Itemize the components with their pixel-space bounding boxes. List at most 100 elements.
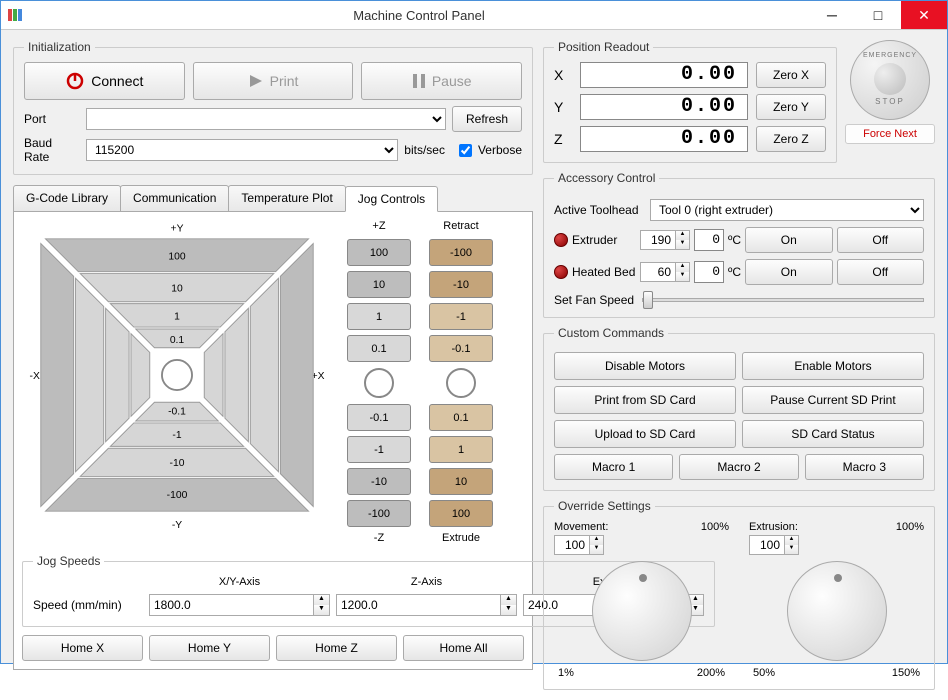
connect-button[interactable]: Connect xyxy=(24,62,185,100)
zero-x-button[interactable]: Zero X xyxy=(756,62,826,88)
jog-x-minus-100[interactable] xyxy=(41,243,74,506)
extruder-temp-input[interactable] xyxy=(640,230,676,250)
jog-x-plus-10[interactable] xyxy=(250,278,278,472)
jog-y-plus-01[interactable] xyxy=(136,329,219,348)
pos-y-display: 0.00 xyxy=(580,94,748,120)
sd-status-button[interactable]: SD Card Status xyxy=(742,420,924,448)
extruder-temp-display: 0 xyxy=(694,229,724,251)
home-y-button[interactable]: Home Y xyxy=(149,635,270,661)
jog-z-plus-10[interactable]: 10 xyxy=(347,271,411,298)
speed-z-input[interactable] xyxy=(336,594,501,616)
position-readout-group: Position Readout X 0.00 Zero X Y 0.00 Ze… xyxy=(543,40,837,163)
bed-temp-input[interactable] xyxy=(640,262,676,282)
jog-z-minus-100[interactable]: -100 xyxy=(347,500,411,527)
pause-button[interactable]: Pause xyxy=(361,62,522,100)
retract-1[interactable]: -1 xyxy=(429,303,493,330)
zero-y-button[interactable]: Zero Y xyxy=(756,94,826,120)
bed-off-button[interactable]: Off xyxy=(837,259,924,285)
extrude-10[interactable]: 10 xyxy=(429,468,493,495)
xy-jog-pad: +Y -Y -X +X 100 -100 xyxy=(22,220,332,530)
extruder-off-button[interactable]: Off xyxy=(837,227,924,253)
jog-y-minus-01[interactable] xyxy=(136,402,219,421)
extruder-on-button[interactable]: On xyxy=(745,227,832,253)
extrusion-override-input[interactable] xyxy=(749,535,785,555)
movement-override-dial[interactable] xyxy=(592,561,692,661)
emergency-stop-button[interactable]: EMERGENCY STOP xyxy=(850,40,930,120)
svg-text:-X: -X xyxy=(30,371,40,382)
jog-z-stop[interactable] xyxy=(364,368,394,398)
bed-on-button[interactable]: On xyxy=(745,259,832,285)
enable-motors-button[interactable]: Enable Motors xyxy=(742,352,924,380)
extruder-jog-column: Retract -100 -10 -1 -0.1 0.1 1 10 100 Ex… xyxy=(426,220,496,546)
tab-gcode-library[interactable]: G-Code Library xyxy=(13,185,121,211)
bed-temp-display: 0 xyxy=(694,261,724,283)
fan-speed-slider[interactable] xyxy=(642,298,924,302)
tab-communication[interactable]: Communication xyxy=(120,185,229,211)
accessory-control-group: Accessory Control Active Toolhead Tool 0… xyxy=(543,171,935,318)
home-x-button[interactable]: Home X xyxy=(22,635,143,661)
tab-temperature-plot[interactable]: Temperature Plot xyxy=(228,185,345,211)
extrude-100[interactable]: 100 xyxy=(429,500,493,527)
jog-x-plus-100[interactable] xyxy=(280,243,313,506)
print-sd-button[interactable]: Print from SD Card xyxy=(554,386,736,414)
tab-jog-controls[interactable]: Jog Controls xyxy=(345,186,438,212)
jog-z-plus-1[interactable]: 1 xyxy=(347,303,411,330)
toolhead-select[interactable]: Tool 0 (right extruder) xyxy=(650,199,924,221)
baud-label: Baud Rate xyxy=(24,136,80,164)
jog-y-plus-1[interactable] xyxy=(110,304,243,327)
jog-y-plus-10[interactable] xyxy=(80,274,274,302)
jog-z-minus-10[interactable]: -10 xyxy=(347,468,411,495)
bed-led-icon xyxy=(554,265,568,279)
home-z-button[interactable]: Home Z xyxy=(276,635,397,661)
override-settings-group: Override Settings Movement: 100% ▲▼ 1% 2… xyxy=(543,499,935,690)
initialization-group: Initialization Connect Print Pause xyxy=(13,40,533,175)
macro-3-button[interactable]: Macro 3 xyxy=(805,454,924,480)
macro-1-button[interactable]: Macro 1 xyxy=(554,454,673,480)
pos-z-display: 0.00 xyxy=(580,126,748,152)
port-label: Port xyxy=(24,112,80,126)
extrude-1[interactable]: 1 xyxy=(429,436,493,463)
zero-z-button[interactable]: Zero Z xyxy=(756,126,826,152)
extrude-stop[interactable] xyxy=(446,368,476,398)
jog-y-plus-100[interactable] xyxy=(45,239,308,272)
port-select[interactable] xyxy=(86,108,446,130)
jog-z-minus-01[interactable]: -0.1 xyxy=(347,404,411,431)
jog-x-minus-10[interactable] xyxy=(76,278,104,472)
jog-x-minus-1[interactable] xyxy=(106,308,129,441)
baud-select[interactable]: 115200 xyxy=(86,139,398,161)
jog-z-plus-100[interactable]: 100 xyxy=(347,239,411,266)
refresh-button[interactable]: Refresh xyxy=(452,106,522,132)
extrusion-override-dial[interactable] xyxy=(787,561,887,661)
svg-text:+Y: +Y xyxy=(171,223,184,234)
titlebar: Machine Control Panel ─ □ ✕ xyxy=(1,1,947,30)
jog-y-minus-1[interactable] xyxy=(110,423,243,446)
retract-100[interactable]: -100 xyxy=(429,239,493,266)
disable-motors-button[interactable]: Disable Motors xyxy=(554,352,736,380)
movement-override-input[interactable] xyxy=(554,535,590,555)
retract-01[interactable]: -0.1 xyxy=(429,335,493,362)
force-next-button[interactable]: Force Next xyxy=(845,124,935,144)
jog-z-plus-01[interactable]: 0.1 xyxy=(347,335,411,362)
close-button[interactable]: ✕ xyxy=(901,1,947,29)
pause-sd-button[interactable]: Pause Current SD Print xyxy=(742,386,924,414)
jog-z-minus-1[interactable]: -1 xyxy=(347,436,411,463)
jog-y-minus-100[interactable] xyxy=(45,478,308,511)
speed-xy-input[interactable] xyxy=(149,594,314,616)
jog-x-plus-1[interactable] xyxy=(225,308,248,441)
jog-y-minus-10[interactable] xyxy=(80,448,274,476)
upload-sd-button[interactable]: Upload to SD Card xyxy=(554,420,736,448)
extrude-01[interactable]: 0.1 xyxy=(429,404,493,431)
macro-2-button[interactable]: Macro 2 xyxy=(679,454,798,480)
print-button[interactable]: Print xyxy=(193,62,354,100)
minimize-button[interactable]: ─ xyxy=(809,1,855,29)
home-all-button[interactable]: Home All xyxy=(403,635,524,661)
verbose-checkbox[interactable] xyxy=(459,144,472,157)
svg-text:-Y: -Y xyxy=(172,520,182,530)
pos-x-display: 0.00 xyxy=(580,62,748,88)
jog-xy-stop[interactable] xyxy=(162,360,192,390)
jog-x-minus-01[interactable] xyxy=(131,334,150,417)
extruder-led-icon xyxy=(554,233,568,247)
maximize-button[interactable]: □ xyxy=(855,1,901,29)
jog-x-plus-01[interactable] xyxy=(204,334,223,417)
retract-10[interactable]: -10 xyxy=(429,271,493,298)
